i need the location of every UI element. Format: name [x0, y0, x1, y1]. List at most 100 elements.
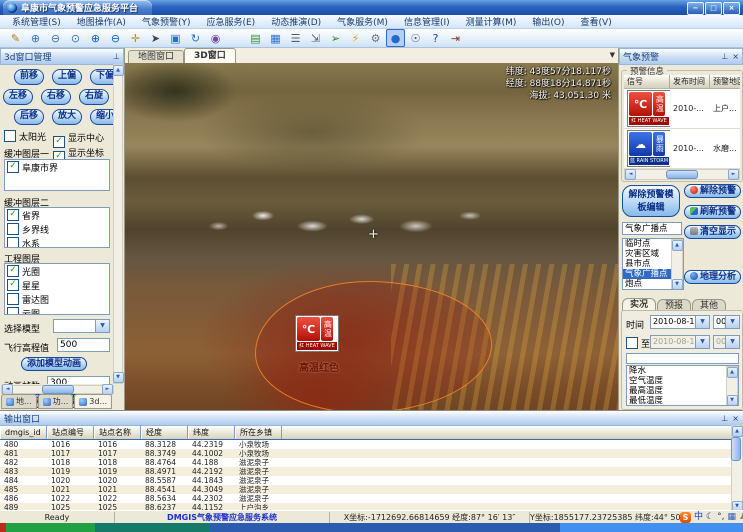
- list-item[interactable]: 县市点: [623, 259, 671, 269]
- list-item[interactable]: 最高温度: [627, 386, 726, 396]
- to-date-checkbox[interactable]: 至: [626, 337, 650, 350]
- zoom-out-3d-button[interactable]: 缩小: [90, 109, 113, 125]
- column-header[interactable]: 所在乡镇: [235, 426, 282, 439]
- menu-item[interactable]: 应急服务(E): [198, 15, 263, 28]
- menu-item[interactable]: 查看(V): [573, 15, 620, 28]
- table-row[interactable]: 48510211021 88.454144.3049滋泥泉子: [0, 485, 743, 494]
- to-date-combo[interactable]: 2010-08-13▼: [650, 335, 710, 349]
- full-extent-icon[interactable]: ▣: [166, 29, 185, 47]
- checkbox[interactable]: [7, 293, 19, 305]
- warning-table-horizontal-scrollbar[interactable]: ◄ ►: [624, 169, 740, 180]
- geo-analysis-button[interactable]: 地理分析: [684, 270, 741, 284]
- window-list-dropdown-icon[interactable]: ▼: [610, 51, 615, 59]
- chevron-down-icon[interactable]: ▼: [695, 316, 709, 328]
- point-type-list[interactable]: 临时点灾害区域县市点气象广播点炮点电子显示屏点 ▲ ▼: [622, 238, 684, 290]
- layer-item[interactable]: 雷达图: [5, 292, 109, 306]
- close-button[interactable]: ×: [723, 2, 740, 15]
- light-icon[interactable]: ⚡: [346, 29, 365, 47]
- buffer-layer1-list[interactable]: 阜康市界: [4, 159, 110, 191]
- clear-display-button[interactable]: 清空显示: [684, 225, 741, 239]
- globe-3d-icon[interactable]: ●: [386, 29, 405, 47]
- pin-icon[interactable]: ⊥: [721, 414, 728, 423]
- left-panel-vertical-scrollbar[interactable]: ▲ ▼: [113, 64, 123, 384]
- panel-tab[interactable]: 功...: [38, 394, 74, 409]
- zoom-out-icon[interactable]: ⊖: [106, 29, 125, 47]
- rotate-right-button[interactable]: 右旋: [79, 89, 109, 105]
- export-map-icon[interactable]: ⇲: [306, 29, 325, 47]
- panel-tab[interactable]: 地...: [1, 394, 37, 409]
- scroll-up-icon[interactable]: ▲: [732, 426, 743, 437]
- table-row[interactable]: 48110171017 88.374944.1002小泉牧场: [0, 449, 743, 458]
- scrollbar-thumb[interactable]: [42, 385, 74, 394]
- menu-item[interactable]: 气象服务(M): [329, 15, 396, 28]
- chevron-down-icon[interactable]: ▼: [725, 336, 739, 348]
- fly-path-icon[interactable]: ➢: [326, 29, 345, 47]
- checkbox[interactable]: [7, 161, 19, 173]
- table-row[interactable]: 48310191019 88.497144.2192滋泥泉子: [0, 467, 743, 476]
- scroll-up-icon[interactable]: ▲: [113, 65, 124, 76]
- settings-gear-icon[interactable]: ⚙: [366, 29, 385, 47]
- layer-item[interactable]: 光圈: [5, 264, 109, 278]
- scrollbar-thumb[interactable]: [731, 437, 741, 461]
- date-combo[interactable]: 2010-08-13▼: [650, 315, 710, 329]
- tab-map-window[interactable]: 地图窗口: [128, 50, 184, 63]
- point-type-value[interactable]: 气象广播点: [622, 222, 682, 235]
- ime-user-icon[interactable]: ♟: [739, 512, 743, 523]
- scroll-left-icon[interactable]: ◄: [625, 169, 636, 180]
- menu-item[interactable]: 测量计算(M): [458, 15, 525, 28]
- close-icon[interactable]: ×: [732, 414, 739, 423]
- flight-height-input[interactable]: [57, 338, 110, 352]
- move-forward-button[interactable]: 前移: [14, 69, 44, 85]
- checkbox[interactable]: [7, 209, 19, 221]
- tab-3d-window[interactable]: 3D窗口: [184, 48, 236, 63]
- scroll-down-icon[interactable]: ▼: [672, 279, 683, 290]
- move-left-button[interactable]: 左移: [3, 89, 33, 105]
- terrain-3d-view[interactable]: 纬度: 43度57分18.117秒 经度: 88度18分14.871秒 海拔: …: [125, 63, 618, 410]
- refresh-icon[interactable]: ↻: [186, 29, 205, 47]
- point-list-scrollbar[interactable]: ▲ ▼: [671, 239, 683, 290]
- list-item[interactable]: 临时点: [623, 239, 671, 249]
- basemap-icon[interactable]: ▤: [246, 29, 265, 47]
- checkbox[interactable]: [7, 265, 19, 277]
- project-layer-list[interactable]: 光圈星星雷达图云图: [4, 263, 110, 315]
- column-header[interactable]: 站点编号: [47, 426, 94, 439]
- menu-item[interactable]: 输出(O): [524, 15, 572, 28]
- select-arrow-icon[interactable]: ➤: [146, 29, 165, 47]
- chevron-down-icon[interactable]: ▼: [695, 336, 709, 348]
- help-icon[interactable]: ?: [426, 29, 445, 47]
- scroll-up-icon[interactable]: ▲: [672, 240, 683, 251]
- chevron-down-icon[interactable]: ▼: [95, 320, 109, 332]
- ime-keyboard-icon[interactable]: ▦: [727, 512, 736, 523]
- scroll-right-icon[interactable]: ►: [728, 169, 739, 180]
- scroll-up-icon[interactable]: ▲: [727, 367, 738, 378]
- ime-moon-icon[interactable]: ☾: [706, 512, 714, 523]
- chevron-down-icon[interactable]: ▼: [725, 316, 739, 328]
- exit-icon[interactable]: ⇥: [446, 29, 465, 47]
- release-warning-button[interactable]: 解除预警: [684, 184, 741, 198]
- release-warning-template-edit-button[interactable]: 解除预警模板编辑: [622, 185, 680, 217]
- checkbox[interactable]: [7, 307, 19, 315]
- list-item[interactable]: 气象广播点: [623, 269, 671, 279]
- layer-item[interactable]: 水系: [5, 236, 109, 248]
- left-panel-horizontal-scrollbar[interactable]: ◄ ►: [1, 385, 114, 394]
- pin-icon[interactable]: ⊥: [721, 52, 728, 61]
- layer-item[interactable]: 云图: [5, 306, 109, 315]
- to-hour-combo[interactable]: 00▼: [713, 335, 740, 349]
- pan-hand-icon[interactable]: ✛: [126, 29, 145, 47]
- lang-zh-icon[interactable]: 中: [694, 512, 703, 523]
- column-header[interactable]: 纬度: [188, 426, 235, 439]
- model-select-combo[interactable]: ▼: [53, 319, 110, 333]
- tilt-down-button[interactable]: 下偏: [90, 69, 113, 85]
- zoom-in-3d-button[interactable]: 放大: [52, 109, 82, 125]
- toolbar-separator[interactable]: [226, 29, 245, 47]
- pin-icon[interactable]: ⊥: [113, 52, 120, 61]
- list-item[interactable]: 降水: [627, 366, 726, 376]
- scrollbar-thumb[interactable]: [666, 170, 698, 179]
- zoom-previous-icon[interactable]: ⊖: [46, 29, 65, 47]
- sunlight-checkbox[interactable]: 太阳光: [4, 130, 46, 143]
- add-model-animation-button[interactable]: 添加模型动画: [21, 357, 87, 371]
- eye-icon[interactable]: ☉: [406, 29, 425, 47]
- element-list-scrollbar[interactable]: ▲ ▼: [726, 366, 738, 406]
- menu-item[interactable]: 地图操作(A): [69, 15, 134, 28]
- table-row[interactable]: 48610221022 88.563444.2302滋泥泉子: [0, 494, 743, 503]
